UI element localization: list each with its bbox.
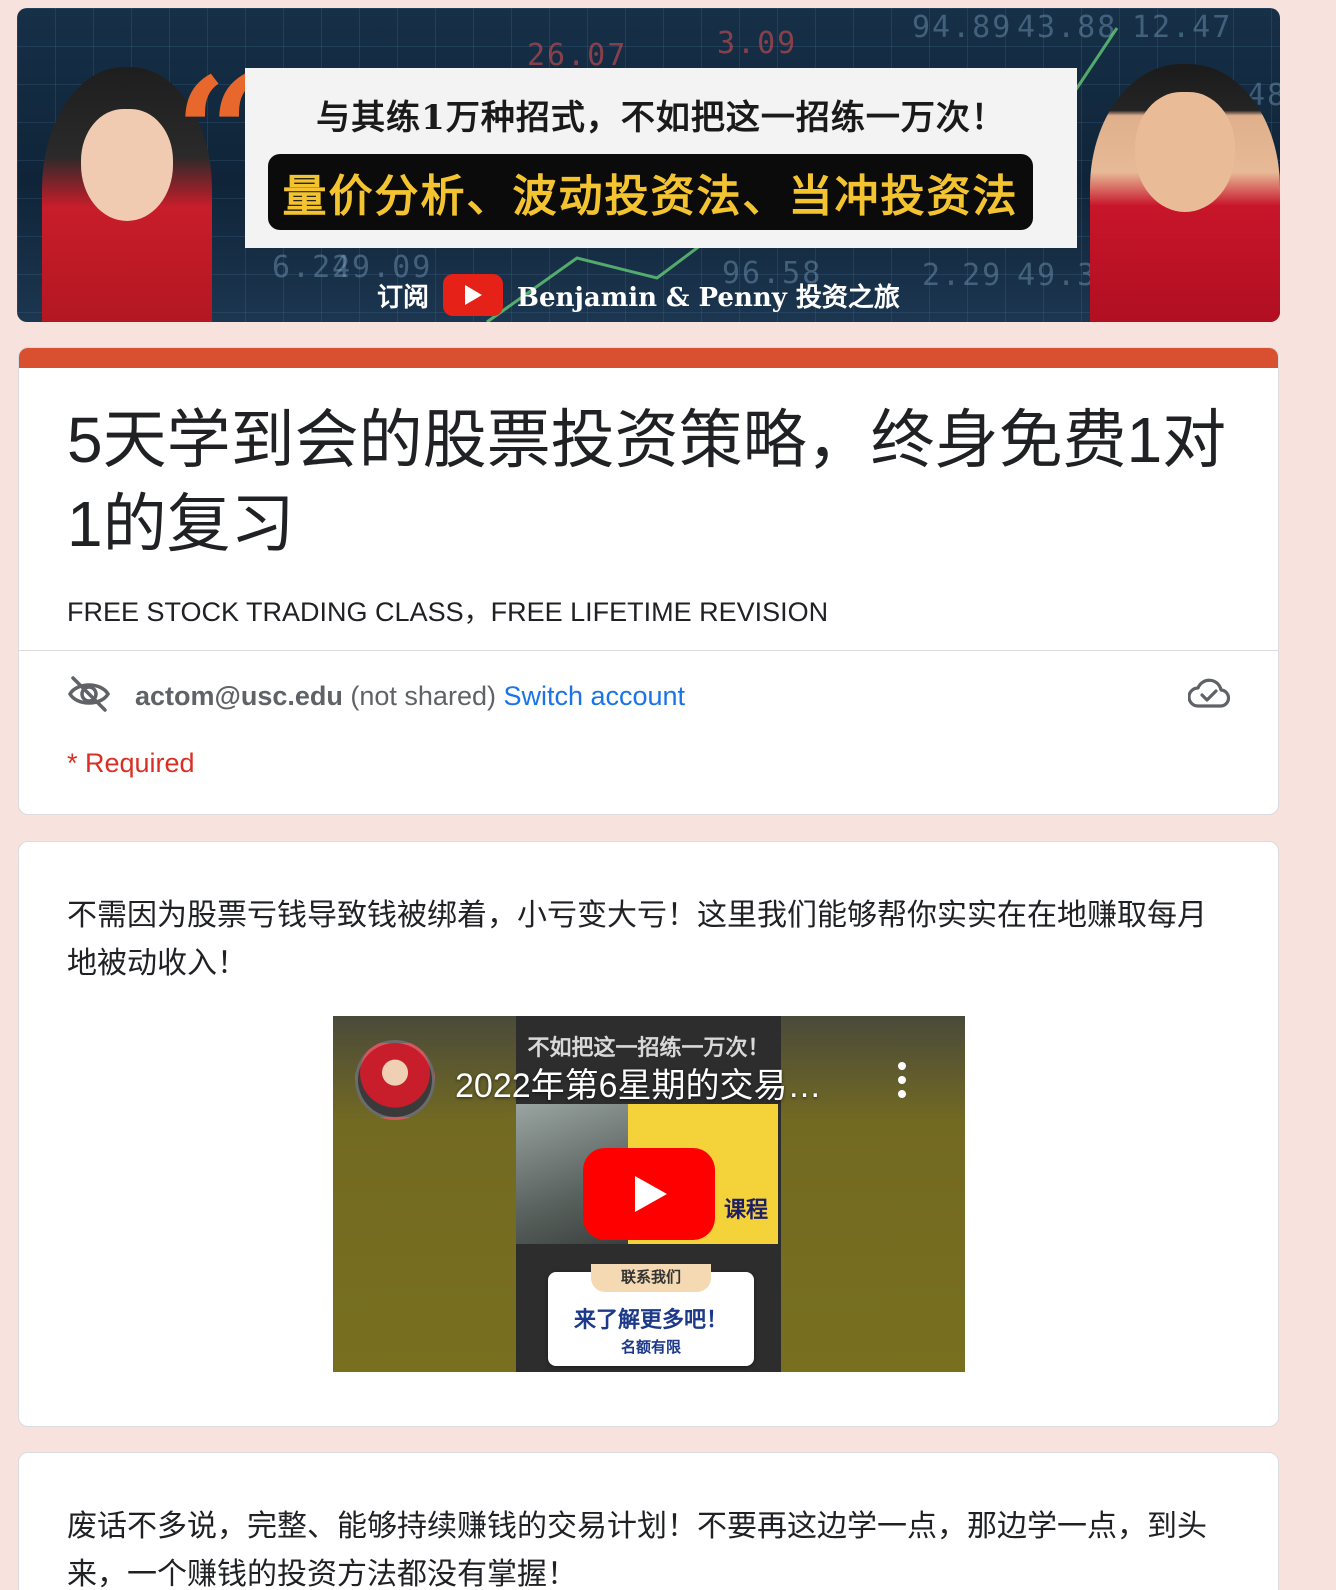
required-note: * Required: [67, 748, 195, 778]
header-banner: 26.07 3.09 94.89 43.88 12.47 35 48 6.22 …: [17, 8, 1280, 322]
not-shared-label: (not shared): [342, 680, 504, 711]
banner-slogan-panel: 与其练1万种招式，不如把这一招练一万次！ 量价分析、波动投资法、当冲投资法: [245, 68, 1077, 248]
play-button[interactable]: [583, 1148, 715, 1240]
divider: [19, 650, 1278, 651]
video-title[interactable]: 2022年第6星期的交易…: [455, 1058, 845, 1107]
youtube-video-embed[interactable]: 不如把这一招练一万次！ 课程 联系我们 来了解更多吧！ 名额有限 2022年第6…: [333, 1016, 965, 1372]
title-accent-bar: [19, 348, 1278, 368]
more-options-icon[interactable]: [897, 1062, 907, 1098]
account-info: actom@usc.edu (not shared) Switch accoun…: [135, 681, 685, 712]
account-email: actom@usc.edu: [135, 680, 343, 711]
cloud-check-icon: [1187, 678, 1231, 715]
form-title-card: 5天学到会的股票投资策略，终身免费1对1的复习 FREE STOCK TRADI…: [18, 347, 1279, 815]
channel-name: Benjamin & Penny 投资之旅: [517, 282, 900, 313]
form-description: FREE STOCK TRADING CLASS，FREE LIFETIME R…: [67, 597, 829, 627]
intro-text: 不需因为股票亏钱导致钱被绑着，小亏变大亏！这里我们能够帮你实实在在地赚取每月地被…: [67, 899, 1207, 980]
play-icon: [635, 1176, 667, 1212]
host-benjamin-photo: [1090, 64, 1280, 322]
banner-methods: 量价分析、波动投资法、当冲投资法: [268, 154, 1033, 230]
eye-off-icon: [67, 674, 111, 719]
cta-sub: 名额有限: [620, 1339, 681, 1356]
switch-account-link[interactable]: Switch account: [503, 681, 685, 711]
account-row: actom@usc.edu (not shared) Switch accoun…: [67, 674, 1231, 719]
form-title: 5天学到会的股票投资策略，终身免费1对1的复习: [67, 404, 1227, 560]
cta-tab: 联系我们: [591, 1264, 711, 1292]
banner-subscribe: 订阅 Benjamin & Penny 投资之旅: [377, 273, 900, 317]
subscribe-label: 订阅: [377, 282, 430, 313]
banner-headline: 与其练1万种招式，不如把这一招练一万次！: [316, 98, 1006, 138]
flyer-text: 课程: [723, 1197, 768, 1223]
intro-section-card: 不需因为股票亏钱导致钱被绑着，小亏变大亏！这里我们能够帮你实实在在地赚取每月地被…: [18, 841, 1279, 1427]
plan-text: 废话不多说，完整、能够持续赚钱的交易计划！不要再这边学一点，那边学一点，到头来，…: [67, 1510, 1207, 1590]
youtube-logo-icon: [443, 274, 504, 316]
plan-section-card: 废话不多说，完整、能够持续赚钱的交易计划！不要再这边学一点，那边学一点，到头来，…: [18, 1452, 1279, 1590]
cta-main: 来了解更多吧！: [573, 1307, 728, 1332]
thumbnail-cta: 联系我们 来了解更多吧！ 名额有限: [548, 1264, 754, 1366]
channel-avatar[interactable]: [355, 1040, 435, 1120]
